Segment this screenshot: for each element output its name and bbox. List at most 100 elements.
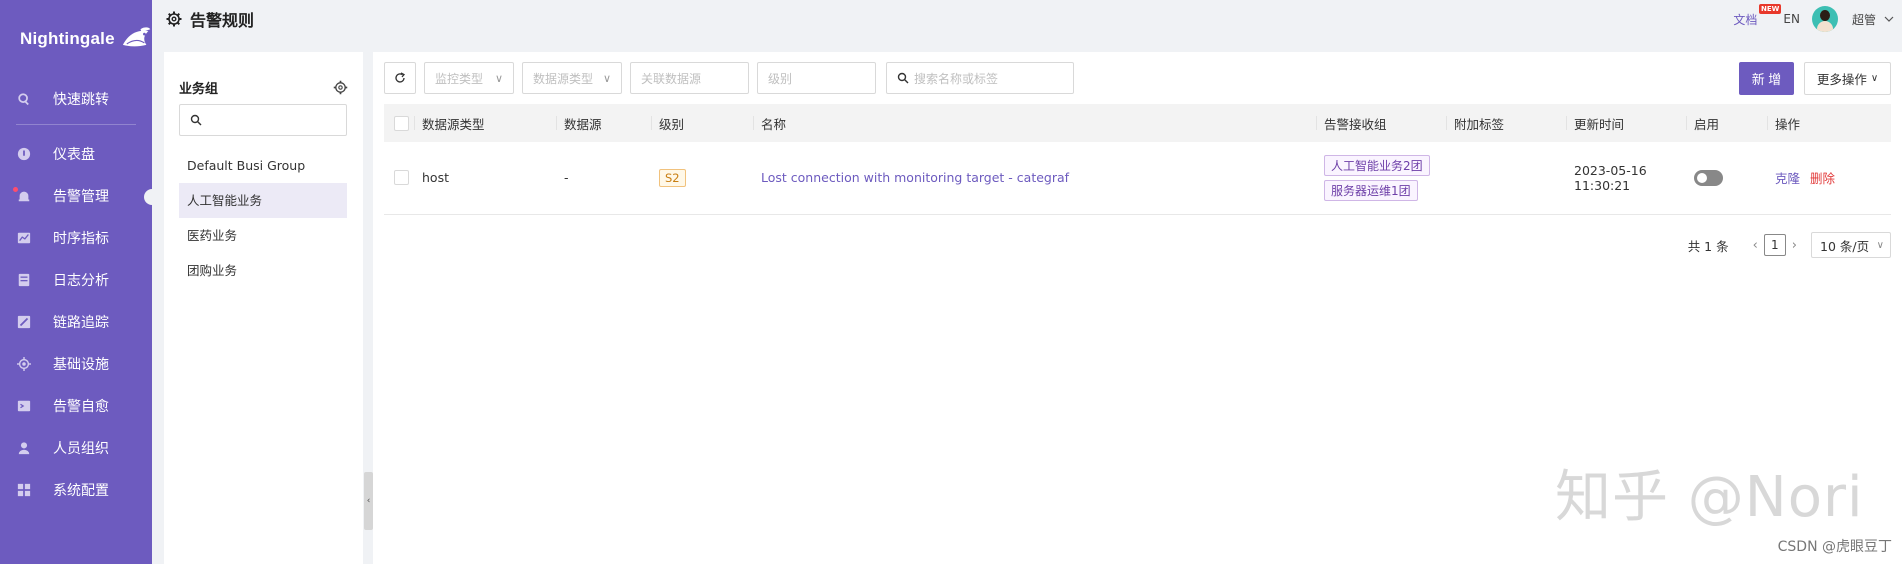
search-icon [16,92,31,107]
terminal-icon [16,399,31,414]
alert-rules-table: 数据源类型 数据源 级别 名称 告警接收组 附加标签 更新时间 启用 操作 ho… [384,104,1891,215]
chevron-down-icon: ∨ [1870,73,1879,84]
page-number[interactable]: 1 [1763,234,1786,256]
nav-label: 日志分析 [53,273,109,289]
row-checkbox[interactable] [394,170,409,186]
chevron-down-icon: ∨ [1876,239,1884,251]
nav-system-config[interactable]: 系统配置 [0,469,152,511]
clone-link[interactable]: 克隆 [1775,171,1800,186]
group-item[interactable]: Default Busi Group [179,148,347,183]
nav-label: 快速跳转 [53,92,109,108]
column-header[interactable]: 数据源 [556,104,651,142]
language-switch[interactable]: EN [1783,12,1800,26]
rule-search-input[interactable]: 搜索名称或标签 [886,62,1074,94]
datasource-cell: - [564,170,569,186]
infra-icon [16,357,31,372]
chevron-down-icon: ∨ [494,71,503,85]
username[interactable]: 超管 [1852,11,1876,28]
nav-metrics[interactable]: 时序指标 [0,217,152,259]
select-placeholder: 关联数据源 [641,71,702,86]
csdn-watermark: CSDN @虎眼豆丁 [1777,539,1892,555]
group-list: Default Busi Group 人工智能业务 医药业务 团购业务 [179,148,347,288]
column-header[interactable]: 名称 [753,104,1316,142]
column-header[interactable]: 操作 [1767,104,1891,142]
new-badge: NEW [1759,3,1782,14]
pagination: 共 1 条 ‹ 1 › 10 条/页 ∨ [1688,232,1891,258]
column-header[interactable]: 告警接收组 [1316,104,1446,142]
nav-label: 时序指标 [53,231,109,247]
refresh-icon [395,72,406,83]
chevron-right-icon[interactable]: › [1792,238,1797,253]
page-size-select[interactable]: 10 条/页 ∨ [1811,232,1891,258]
related-datasource-select[interactable]: 关联数据源 [630,62,749,94]
gear-icon[interactable] [333,80,348,95]
rule-name-cell: Lost connection with monitoring target -… [753,142,1316,214]
rule-name-link[interactable]: Lost connection with monitoring target -… [761,170,1069,185]
page-title: 告警规则 [166,7,254,31]
user-icon [16,441,31,456]
datasource-type-select[interactable]: 数据源类型 ∨ [522,62,622,94]
receiver-group-tag: 服务器运维1团 [1324,179,1418,201]
nav-quick-jump[interactable]: 快速跳转 [0,78,152,120]
metrics-icon [16,231,31,246]
zhihu-watermark: 知乎 @Nori [1555,465,1864,530]
actions-cell: 克隆 删除 [1767,142,1891,214]
select-all-checkbox[interactable] [394,115,409,131]
docs-link[interactable]: 文档 NEW [1733,3,1782,28]
more-actions-label: 更多操作 [1816,72,1867,87]
collapse-handle[interactable]: ‹ [364,472,373,530]
receiver-groups-cell: 人工智能业务2团 服务器运维1团 [1316,142,1446,214]
chevron-down-icon[interactable] [1884,14,1894,24]
add-rule-button[interactable]: 新 增 [1739,62,1794,95]
header-right: 文档 NEW EN 超管 [1733,3,1894,32]
level-select[interactable]: 级别 [757,62,876,94]
nav-people-org[interactable]: 人员组织 [0,427,152,469]
nav-label: 系统配置 [53,483,109,499]
column-header[interactable]: 附加标签 [1446,104,1566,142]
chevron-down-icon: ∨ [602,71,611,85]
search-icon [897,72,909,84]
nav-log-analysis[interactable]: 日志分析 [0,259,152,301]
gear-icon [166,11,182,27]
enabled-cell [1686,142,1767,214]
log-icon [16,273,31,288]
settings-grid-icon [16,483,31,498]
avatar[interactable] [1811,6,1838,32]
nav-dashboard[interactable]: 仪表盘 [0,133,152,175]
nav-self-healing[interactable]: 告警自愈 [0,385,152,427]
app-logo[interactable]: Nightingale [0,0,152,78]
nav-label: 人员组织 [53,441,109,457]
datasource-type-cell: host [422,170,449,186]
select-placeholder: 监控类型 [435,71,484,86]
app-name: Nightingale [20,29,115,48]
refresh-button[interactable] [384,62,416,94]
nav-label: 链路追踪 [53,315,109,331]
nav-tracing[interactable]: 链路追踪 [0,301,152,343]
column-header[interactable]: 更新时间 [1566,104,1686,142]
group-panel-header: 业务组 [179,78,348,97]
nav-label: 仪表盘 [53,147,95,163]
extra-tags-cell [1446,142,1566,214]
group-item-selected[interactable]: 人工智能业务 [179,183,347,218]
trace-icon [16,315,31,330]
select-placeholder: 级别 [768,71,793,86]
monitor-type-select[interactable]: 监控类型 ∨ [424,62,514,94]
delete-link[interactable]: 删除 [1810,171,1835,186]
group-search-input[interactable] [179,104,347,136]
column-header[interactable]: 启用 [1686,104,1767,142]
sidebar: Nightingale 快速跳转 仪表盘 告警管理 时序指标 日志分析 链路追踪… [0,0,160,564]
nav-infrastructure[interactable]: 基础设施 [0,343,152,385]
search-placeholder: 搜索名称或标签 [914,71,999,86]
enable-toggle[interactable] [1694,169,1723,186]
more-actions-button[interactable]: 更多操作 ∨ [1804,62,1891,95]
nav-alarm-management[interactable]: 告警管理 [0,175,160,217]
group-item[interactable]: 医药业务 [179,218,347,253]
select-all-cell [384,104,414,142]
column-header[interactable]: 数据源类型 [414,104,556,142]
nightingale-bird-icon [122,27,151,47]
chevron-left-icon[interactable]: ‹ [1753,238,1758,253]
column-header[interactable]: 级别 [651,104,753,142]
level-badge: S2 [659,168,686,187]
nav-label: 告警管理 [53,189,109,205]
group-item[interactable]: 团购业务 [179,253,347,288]
